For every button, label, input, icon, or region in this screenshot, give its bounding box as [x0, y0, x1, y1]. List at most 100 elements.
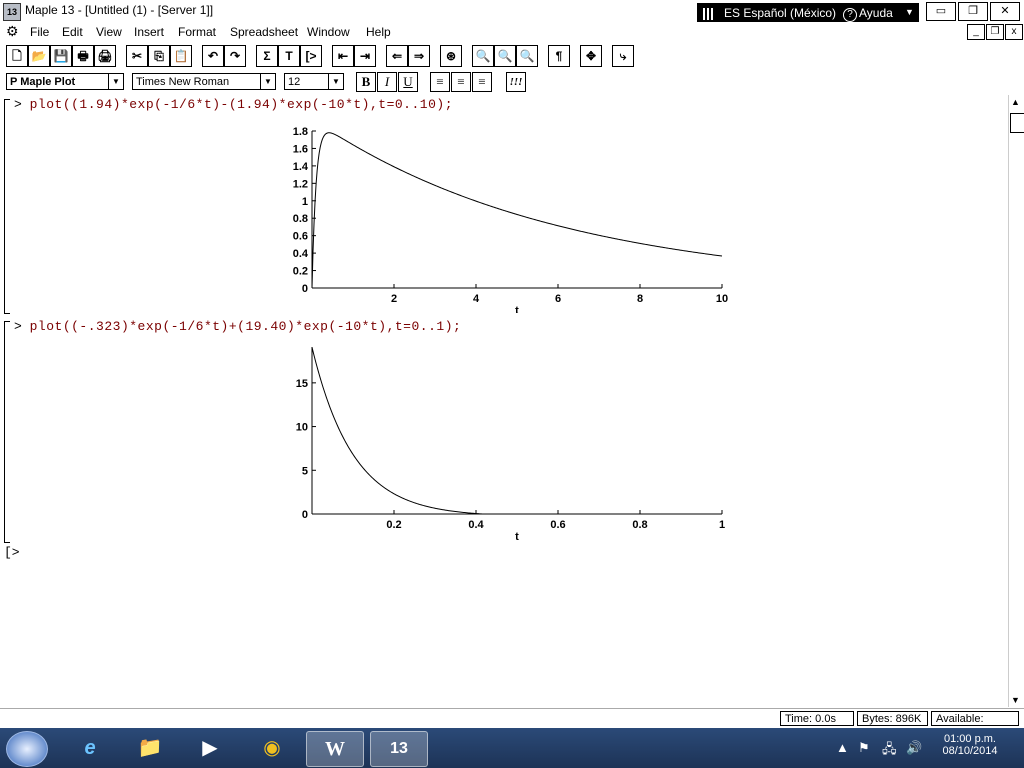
document-restore-button[interactable]: ❐ [986, 24, 1004, 40]
x-tick-label: 0.2 [386, 519, 401, 531]
zoom-in-icon[interactable]: 🔍 [494, 45, 516, 67]
x-tick-label: 4 [473, 293, 480, 305]
chevron-down-icon[interactable]: ▼ [260, 74, 275, 89]
paste-icon[interactable]: 📋 [170, 45, 192, 67]
plot-curve [311, 132, 723, 289]
input-line-2[interactable]: > plot((-.323)*exp(-1/6*t)+(19.40)*exp(-… [14, 319, 461, 334]
plot-2[interactable]: 0.2 0.4 0.6 0.8 1 0 5 10 15 t [280, 343, 740, 546]
taskbar: e 📁 ▶ ◉ W 13 ▲ ⚑ 🖧 🔊 01:00 p.m. 08/10/20… [0, 728, 1024, 768]
align-left-button[interactable]: ≡ [430, 72, 450, 92]
help-button[interactable]: ? Ayuda [843, 6, 893, 22]
undo-icon[interactable]: ↶ [202, 45, 224, 67]
underline-button[interactable]: U [398, 72, 418, 92]
document-close-button[interactable]: x [1005, 24, 1023, 40]
print-icon[interactable]: 🖨 [94, 45, 116, 67]
bold-button[interactable]: B [356, 72, 376, 92]
y-tick-label: 10 [296, 422, 308, 434]
new-icon[interactable]: 🗋 [6, 45, 28, 67]
volume-icon[interactable]: 🔊 [906, 740, 922, 756]
restart-icon[interactable]: ⤷ [612, 45, 634, 67]
command-input-2[interactable]: plot((-.323)*exp(-1/6*t)+(19.40)*exp(-10… [30, 319, 462, 334]
scroll-up-icon[interactable]: ▲ [1011, 97, 1020, 107]
scroll-down-icon[interactable]: ▼ [1011, 695, 1020, 705]
media-player-icon[interactable]: ▶ [182, 731, 238, 765]
x-tick-label: 0.6 [550, 519, 565, 531]
worksheet[interactable]: > plot((1.94)*exp(-1/6*t)-(1.94)*exp(-10… [0, 95, 1008, 707]
font-size-select[interactable]: 12 ▼ [284, 73, 344, 90]
font-select[interactable]: Times New Roman ▼ [132, 73, 276, 90]
chevron-down-icon[interactable]: ▼ [108, 74, 123, 89]
language-bar[interactable]: ES Español (México) ? Ayuda ▼ [697, 3, 919, 23]
indent-left-icon[interactable]: ⇤ [332, 45, 354, 67]
input-line-1[interactable]: > plot((1.94)*exp(-1/6*t)-(1.94)*exp(-10… [14, 97, 453, 112]
start-button[interactable] [6, 731, 48, 767]
expand-icon[interactable]: ✥ [580, 45, 602, 67]
align-right-button[interactable]: ≡ [472, 72, 492, 92]
menu-edit[interactable]: Edit [62, 25, 83, 39]
y-tick-label: 0.4 [293, 248, 309, 260]
execution-group-bracket[interactable] [4, 321, 10, 543]
document-menu-icon[interactable]: ⚙ [6, 23, 19, 40]
insert-prompt-icon[interactable]: [> [300, 45, 322, 67]
style-select[interactable]: P Maple Plot ▼ [6, 73, 124, 90]
back-arrow-icon[interactable]: ⇐ [386, 45, 408, 67]
network-icon[interactable]: 🖧 [882, 740, 897, 762]
copy-icon[interactable]: ⎘ [148, 45, 170, 67]
document-minimize-button[interactable]: _ [967, 24, 985, 40]
italic-button[interactable]: I [377, 72, 397, 92]
maple-app-icon[interactable]: 13 [3, 3, 21, 21]
chrome-icon[interactable]: ◉ [244, 731, 300, 765]
file-explorer-icon[interactable]: 📁 [122, 731, 178, 765]
open-icon[interactable]: 📂 [28, 45, 50, 67]
zoom-out-icon[interactable]: 🔍 [516, 45, 538, 67]
stop-icon[interactable]: ⊛ [440, 45, 462, 67]
menu-spreadsheet[interactable]: Spreadsheet [230, 25, 298, 39]
menu-help[interactable]: Help [366, 25, 391, 39]
menu-file[interactable]: File [30, 25, 49, 39]
maple-taskbar-icon[interactable]: 13 [370, 731, 428, 767]
close-button[interactable]: ✕ [990, 2, 1020, 21]
plot-1[interactable]: 2 4 6 8 10 0 0.2 0.4 0.6 0.8 1 1.2 1.4 1.6 1.8 t [280, 123, 740, 317]
vertical-scrollbar[interactable]: ▲ ▼ [1008, 95, 1024, 707]
language-label[interactable]: ES Español (México) [724, 6, 836, 20]
indent-right-icon[interactable]: ⇥ [354, 45, 376, 67]
empty-prompt[interactable]: [> [4, 545, 20, 560]
menu-insert[interactable]: Insert [134, 25, 164, 39]
math-mode-icon[interactable]: Σ [256, 45, 278, 67]
y-tick-label: 1.8 [293, 126, 308, 138]
save-icon[interactable]: 💾 [50, 45, 72, 67]
align-center-button[interactable]: ≡ [451, 72, 471, 92]
menu-view[interactable]: View [96, 25, 122, 39]
tray-expand-icon[interactable]: ▲ [836, 740, 849, 755]
chevron-down-icon[interactable]: ▼ [328, 74, 343, 89]
paragraph-icon[interactable]: ¶ [548, 45, 570, 67]
chevron-down-icon[interactable]: ▼ [905, 7, 914, 17]
print-preview-icon[interactable]: 🖶 [72, 45, 94, 67]
format-toolbar: P Maple Plot ▼ Times New Roman ▼ 12 ▼ B … [0, 70, 1024, 94]
y-tick-label: 15 [296, 378, 308, 390]
menu-format[interactable]: Format [178, 25, 216, 39]
internet-explorer-icon[interactable]: e [62, 731, 118, 765]
y-tick-label: 0.6 [293, 231, 308, 243]
status-bar: Time: 0.0s Bytes: 896K Available: 1.90G [0, 708, 1024, 740]
zoom-icon[interactable]: 🔍 [472, 45, 494, 67]
x-tick-label: 1 [719, 519, 725, 531]
clock[interactable]: 01:00 p.m. 08/10/2014 [940, 733, 1000, 757]
execution-group-bracket[interactable] [4, 99, 10, 314]
scroll-thumb[interactable] [1010, 113, 1024, 133]
cut-icon[interactable]: ✂ [126, 45, 148, 67]
command-input-1[interactable]: plot((1.94)*exp(-1/6*t)-(1.94)*exp(-10*t… [30, 97, 453, 112]
menu-window[interactable]: Window [307, 25, 350, 39]
redo-icon[interactable]: ↷ [224, 45, 246, 67]
forward-arrow-icon[interactable]: ⇒ [408, 45, 430, 67]
x-tick-label: 6 [555, 293, 561, 305]
action-center-icon[interactable]: ⚑ [858, 740, 870, 756]
minimize-button[interactable]: ▭ [926, 2, 956, 21]
word-icon[interactable]: W [306, 731, 364, 767]
maximize-button[interactable]: ❐ [958, 2, 988, 21]
text-mode-icon[interactable]: T [278, 45, 300, 67]
x-tick-label: 8 [637, 293, 643, 305]
execute-all-button[interactable]: !!! [506, 72, 526, 92]
clock-time: 01:00 p.m. [944, 733, 996, 745]
y-tick-label: 0.8 [293, 213, 308, 225]
